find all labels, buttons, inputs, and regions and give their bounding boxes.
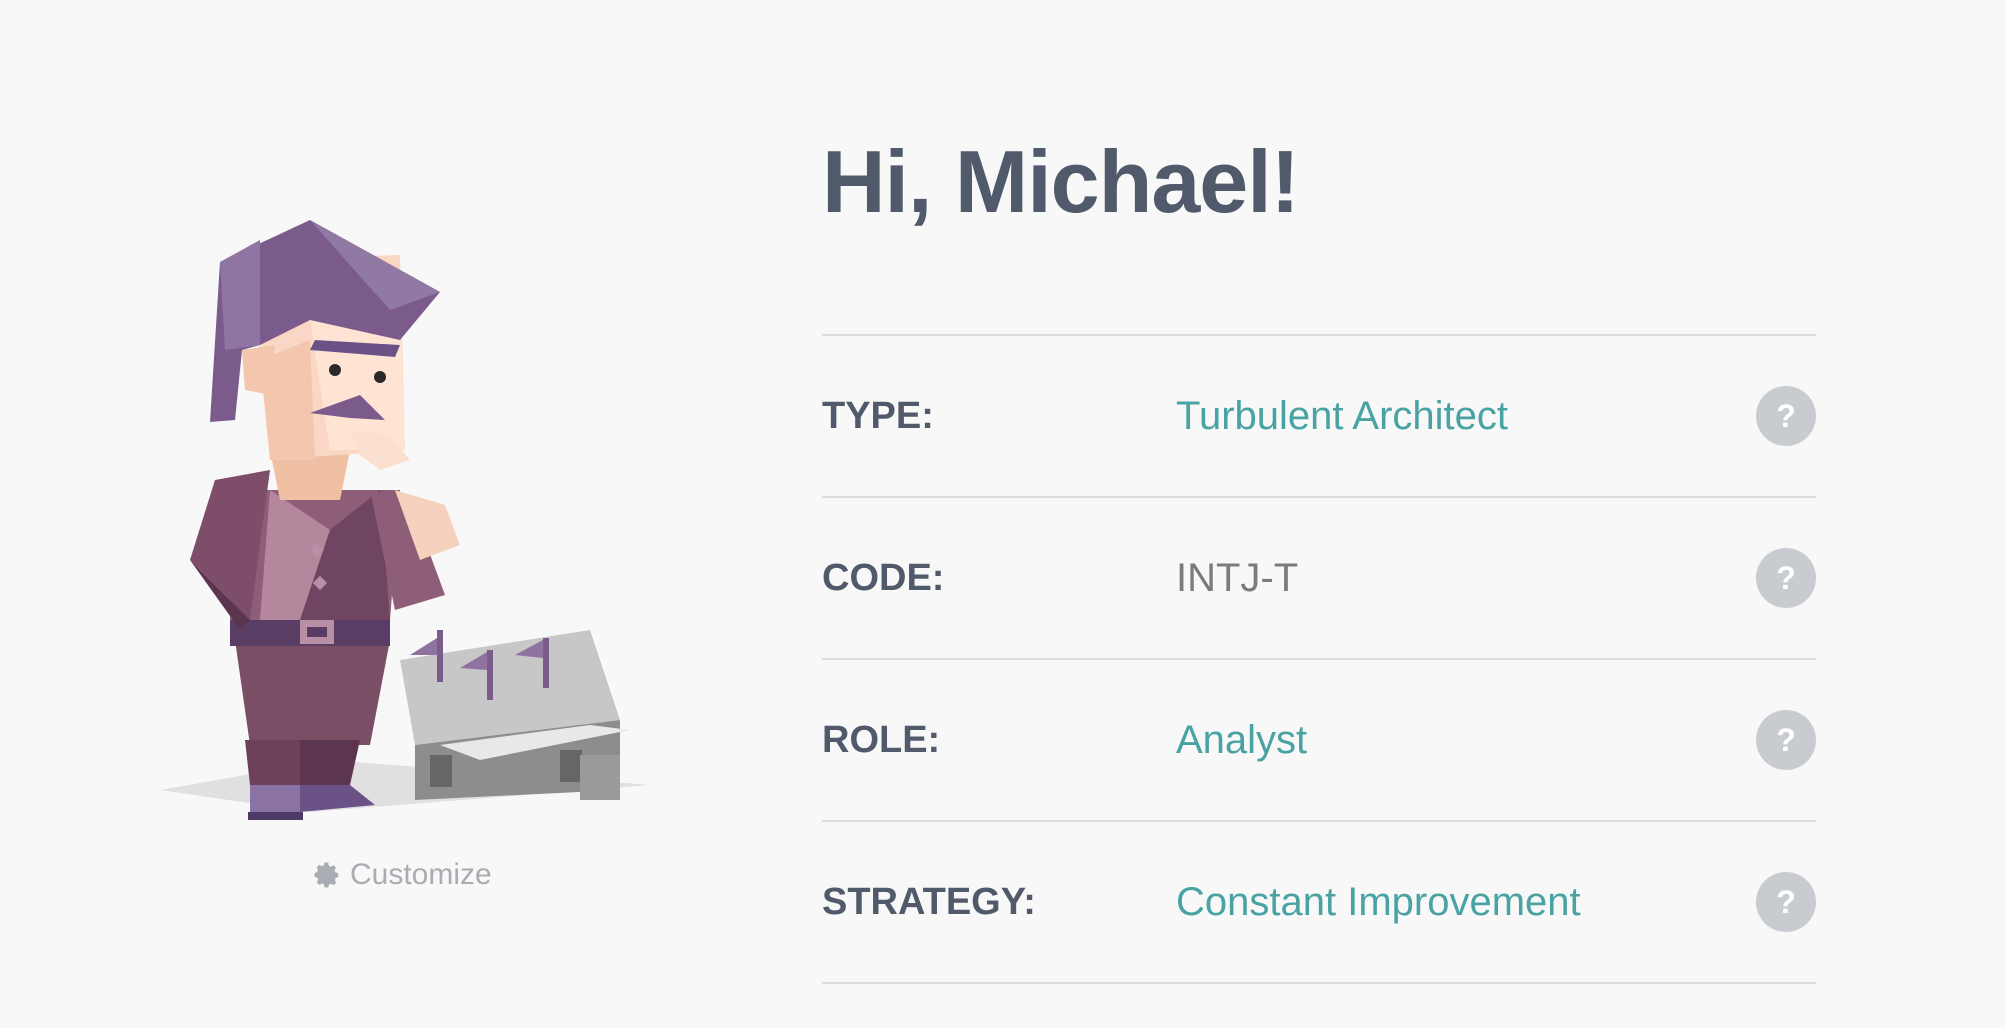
type-help-button[interactable]: ? — [1756, 386, 1816, 446]
code-label: CODE: — [822, 556, 945, 599]
role-row: ROLE: Analyst ? — [822, 660, 1816, 820]
code-help-button[interactable]: ? — [1756, 548, 1816, 608]
architect-figure-icon — [160, 220, 650, 820]
divider — [822, 982, 1816, 984]
customize-label: Customize — [350, 858, 492, 891]
strategy-label: STRATEGY: — [822, 880, 1036, 923]
code-value: INTJ-T — [1176, 555, 1299, 600]
role-value-link[interactable]: Analyst — [1176, 718, 1307, 763]
code-row: CODE: INTJ-T ? — [822, 498, 1816, 658]
type-row: TYPE: Turbulent Architect ? — [822, 336, 1816, 496]
strategy-value-link[interactable]: Constant Improvement — [1176, 880, 1581, 925]
type-value-link[interactable]: Turbulent Architect — [1176, 394, 1508, 439]
greeting-title: Hi, Michael! — [822, 132, 1300, 231]
avatar-illustration — [150, 200, 670, 820]
role-label: ROLE: — [822, 718, 941, 761]
personality-info-table: TYPE: Turbulent Architect ? CODE: INTJ-T… — [822, 334, 1816, 984]
customize-button[interactable]: Customize — [312, 858, 492, 892]
gear-icon — [314, 862, 339, 888]
strategy-row: STRATEGY: Constant Improvement ? — [822, 822, 1816, 982]
type-label: TYPE: — [822, 394, 934, 437]
role-help-button[interactable]: ? — [1756, 710, 1816, 770]
strategy-help-button[interactable]: ? — [1756, 872, 1816, 932]
